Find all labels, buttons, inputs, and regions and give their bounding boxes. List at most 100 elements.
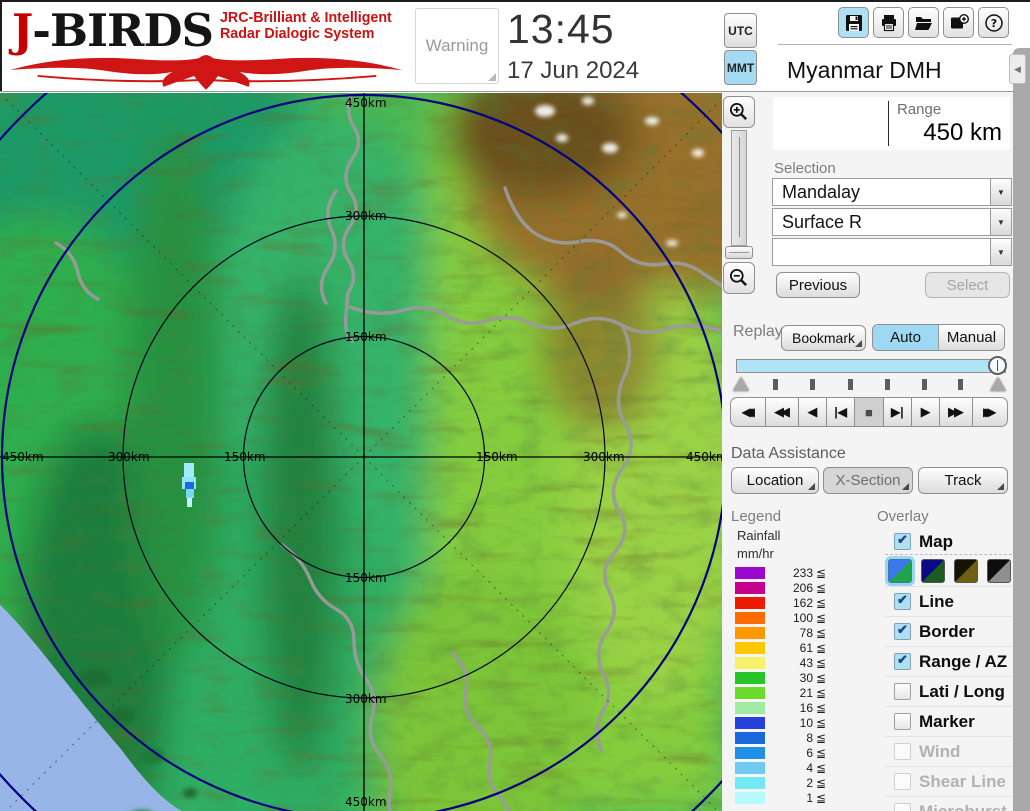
range-value: 450 km	[923, 119, 1002, 146]
checkbox[interactable]	[894, 652, 911, 670]
slider-start-marker[interactable]	[733, 377, 749, 391]
legend-swatch	[735, 611, 765, 624]
svg-text:450km: 450km	[2, 450, 44, 464]
radar-map[interactable]: 450km 300km 150km 150km 300km 450km 450k…	[0, 93, 722, 811]
checkbox[interactable]	[894, 683, 911, 700]
overlay-item-line[interactable]: Line	[885, 586, 1012, 616]
legend-swatch	[735, 701, 765, 714]
legend-swatch	[735, 641, 765, 654]
zoom-slider-track[interactable]	[731, 130, 747, 246]
play-reverse-button[interactable]: ◀	[797, 397, 827, 427]
chevron-down-icon: ▼	[997, 187, 1005, 197]
rainfall-legend: 233 ≦ 206 ≦ 162 ≦ 100 ≦ 78 ≦ 61 ≦ 43 ≦ 30 ≦ 21 ≦ …	[735, 565, 845, 805]
replay-slider-track[interactable]	[736, 359, 1006, 373]
previous-button[interactable]: Previous	[776, 272, 860, 298]
play-button[interactable]: ▶	[910, 397, 941, 427]
step-back-button[interactable]: |◀	[825, 397, 856, 427]
slider-tick	[885, 379, 890, 390]
bookmark-button[interactable]: Bookmark	[781, 325, 866, 351]
legend-row: 16 ≦	[735, 700, 845, 715]
overlay-label: Overlay	[877, 508, 929, 525]
add-image-icon	[950, 13, 969, 28]
product-dropdown[interactable]: Surface R ▼	[772, 208, 1012, 236]
utc-button[interactable]: UTC	[724, 13, 757, 48]
overlay-item-border[interactable]: Border	[885, 616, 1012, 646]
product-dropdown-button[interactable]: ▼	[990, 209, 1011, 235]
site-dropdown-value: Mandalay	[782, 181, 861, 202]
checkbox[interactable]	[894, 532, 911, 550]
zoom-out-button[interactable]	[723, 262, 755, 294]
legend-label: Legend	[731, 508, 782, 525]
playback-toolbar: ◀◀◀ ◀◀ ◀ |◀ ■ ▶| ▶ ▶▶ ▶▶▶	[730, 397, 1008, 427]
stop-button[interactable]: ■	[854, 397, 884, 427]
zoom-in-button[interactable]	[723, 96, 755, 128]
slider-tick	[773, 379, 778, 390]
collapse-panel-tab[interactable]: ◀	[1009, 54, 1026, 84]
svg-text:300km: 300km	[345, 692, 387, 706]
legend-row: 30 ≦	[735, 670, 845, 685]
legend-row: 61 ≦	[735, 640, 845, 655]
auto-button[interactable]: Auto	[873, 325, 938, 350]
select-button[interactable]: Select	[925, 272, 1010, 298]
step-forward-button[interactable]: ▶|	[882, 397, 912, 427]
map-style-swatch[interactable]	[921, 559, 945, 583]
rewind-button[interactable]: ◀◀	[765, 397, 799, 427]
station-name-box: Myanmar DMH	[773, 50, 1012, 90]
legend-swatch	[735, 731, 765, 744]
checkbox[interactable]	[894, 713, 911, 730]
legend-row: 162 ≦	[735, 595, 845, 610]
replay-slider-handle[interactable]	[988, 356, 1007, 375]
resize-grip-icon[interactable]	[488, 73, 496, 81]
option-dropdown-button[interactable]: ▼	[990, 239, 1011, 265]
legend-row: 206 ≦	[735, 580, 845, 595]
corner-fold-icon	[808, 483, 815, 490]
help-icon: ?	[984, 13, 1003, 32]
window-left-border	[0, 0, 2, 91]
overlay-item-lati-long[interactable]: Lati / Long	[885, 676, 1012, 706]
legend-swatch	[735, 776, 765, 789]
zoom-slider-groove	[739, 137, 740, 237]
jbirds-window: J-BIRDS JRC-Brilliant & Intelligent Rada…	[0, 0, 1030, 811]
fast-rewind-button[interactable]: ◀◀◀	[730, 397, 767, 427]
manual-button[interactable]: Manual	[938, 325, 1004, 350]
add-image-button[interactable]	[943, 7, 974, 38]
mmt-button[interactable]: MMT	[724, 50, 757, 85]
site-dropdown-button[interactable]: ▼	[990, 179, 1011, 205]
jbirds-logo: J-BIRDS JRC-Brilliant & Intelligent Rada…	[2, 2, 410, 90]
slider-end-marker[interactable]	[990, 377, 1006, 391]
slider-tick	[958, 379, 963, 390]
selection-label: Selection	[774, 160, 836, 177]
fast-forward-button[interactable]: ▶▶	[939, 397, 973, 427]
mmt-label: MMT	[726, 60, 755, 75]
help-button[interactable]: ?	[978, 7, 1009, 38]
map-style-swatch[interactable]	[888, 559, 912, 583]
overlay-item-map[interactable]: Map	[885, 529, 1012, 554]
site-dropdown[interactable]: Mandalay ▼	[772, 178, 1012, 206]
replay-mode-group: Auto Manual	[872, 324, 1005, 351]
overlay-item-range-az[interactable]: Range / AZ	[885, 646, 1012, 676]
xsection-button[interactable]: X-Section	[823, 467, 913, 494]
svg-text:300km: 300km	[345, 209, 387, 223]
zoom-out-icon	[729, 268, 748, 287]
legend-swatch	[735, 581, 765, 594]
svg-text:150km: 150km	[224, 450, 266, 464]
checkbox[interactable]	[894, 622, 911, 640]
option-dropdown[interactable]: ▼	[772, 238, 1012, 266]
overlay-item-marker[interactable]: Marker	[885, 706, 1012, 736]
map-style-swatch[interactable]	[954, 559, 978, 583]
save-button[interactable]	[838, 7, 869, 38]
manual-label: Manual	[946, 329, 997, 346]
warning-button[interactable]: Warning	[415, 8, 499, 84]
zoom-in-icon	[729, 102, 748, 121]
save-icon	[845, 14, 862, 31]
zoom-slider-handle[interactable]	[725, 246, 753, 259]
track-button[interactable]: Track	[918, 467, 1008, 494]
location-button[interactable]: Location	[731, 467, 819, 494]
fastest-forward-button[interactable]: ▶▶▶	[971, 397, 1008, 427]
print-button[interactable]	[873, 7, 904, 38]
legend-row: 78 ≦	[735, 625, 845, 640]
checkbox[interactable]	[894, 592, 911, 610]
svg-text:450km: 450km	[686, 450, 722, 464]
open-file-button[interactable]	[908, 7, 939, 38]
map-style-swatch[interactable]	[987, 559, 1011, 583]
